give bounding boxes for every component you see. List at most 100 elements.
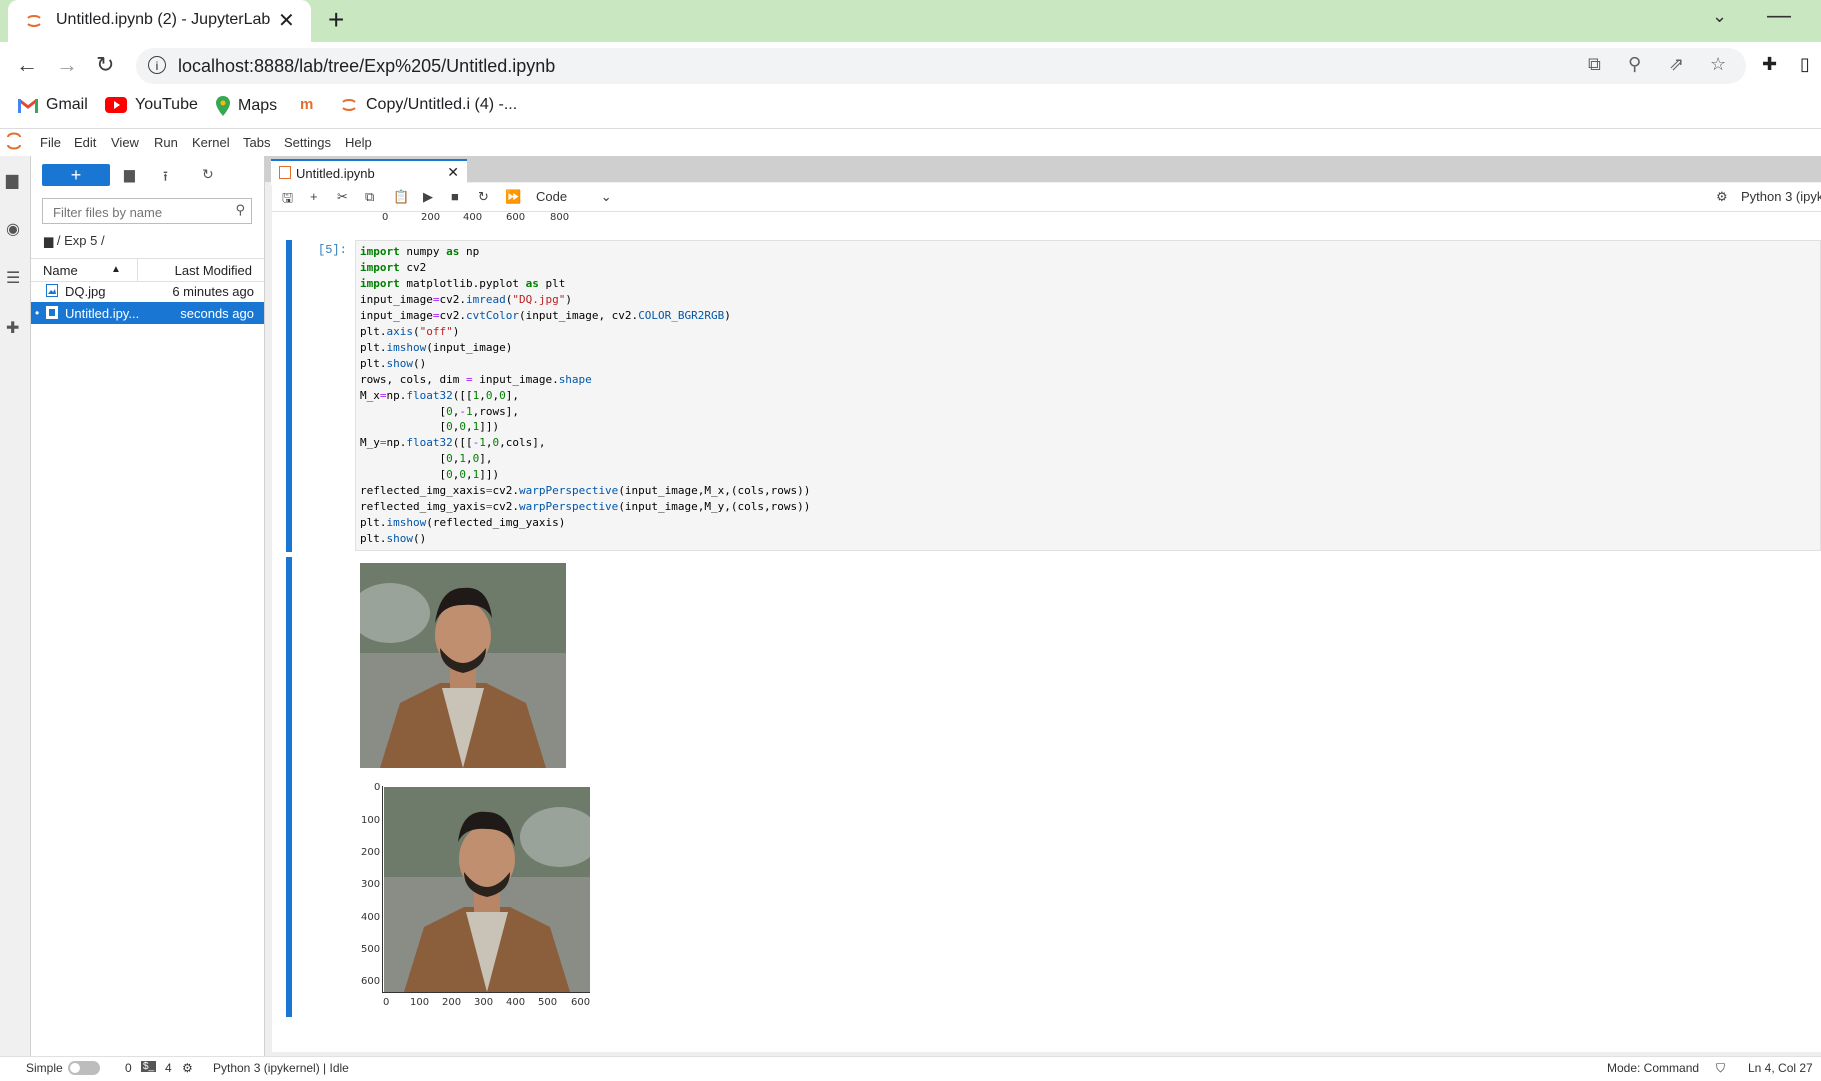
- new-tab-icon[interactable]: +: [328, 6, 344, 34]
- zoom-icon[interactable]: ⚲: [1628, 54, 1641, 75]
- bookmark-star-icon[interactable]: ☆: [1710, 54, 1726, 75]
- output-collapser[interactable]: [286, 557, 292, 1017]
- jupyter-menubar: [0, 129, 1821, 157]
- bookmark-gmail[interactable]: Gmail: [18, 96, 88, 114]
- notebook-tab-label: Untitled.ipynb: [296, 166, 375, 181]
- file-list-header: Name ▲ Last Modified: [31, 258, 264, 282]
- share-icon[interactable]: ⇗: [1669, 54, 1684, 75]
- terminals-count[interactable]: 0: [125, 1061, 132, 1075]
- terminal-icon[interactable]: $_: [141, 1061, 157, 1072]
- run-all-icon[interactable]: ⏩: [505, 189, 521, 205]
- reload-icon[interactable]: ↻: [96, 52, 114, 78]
- browser-tab[interactable]: Untitled.ipynb (2) - JupyterLab ✕: [8, 0, 311, 42]
- restart-icon[interactable]: ↻: [478, 189, 489, 205]
- upload-icon[interactable]: ⭱: [163, 166, 168, 190]
- running-sessions-icon[interactable]: ◉: [6, 219, 20, 239]
- filter-files-input[interactable]: [51, 200, 225, 224]
- file-modified: seconds ago: [180, 306, 254, 321]
- x-tick-label: 200: [442, 997, 462, 1008]
- cut-icon[interactable]: ✂: [337, 189, 348, 205]
- forward-icon[interactable]: →: [56, 52, 78, 78]
- x-axis-line: [382, 992, 590, 993]
- bookmark-copy-untitled[interactable]: Copy/Untitled.i (4) -...: [340, 96, 517, 114]
- x-tick-label: 400: [506, 997, 526, 1008]
- tab-search-chevron-icon[interactable]: ⌄: [1712, 6, 1727, 27]
- stop-icon[interactable]: ■: [451, 189, 459, 204]
- trusted-shield-icon[interactable]: ⛉: [1716, 1061, 1725, 1076]
- breadcrumb[interactable]: ▆ / Exp 5 /: [44, 233, 105, 248]
- run-icon[interactable]: ▶: [423, 189, 433, 205]
- cell-type-select[interactable]: Code ⌄: [536, 189, 612, 205]
- file-row-untitled[interactable]: • Untitled.ipy... seconds ago: [31, 302, 264, 324]
- new-folder-icon[interactable]: ▆: [124, 166, 135, 183]
- execution-prompt: [5]:: [318, 243, 347, 257]
- jupyter-logo-icon: [7, 132, 21, 150]
- column-modified-header[interactable]: Last Modified: [175, 263, 252, 278]
- cursor-position[interactable]: Ln 4, Col 27: [1748, 1061, 1813, 1075]
- column-name-header[interactable]: Name: [43, 263, 78, 278]
- translate-icon[interactable]: ⧉: [1588, 54, 1601, 75]
- close-tab-icon[interactable]: ✕: [278, 8, 295, 33]
- simple-mode-toggle[interactable]: [68, 1061, 100, 1075]
- copy-icon[interactable]: ⧉: [365, 189, 374, 205]
- address-bar[interactable]: i localhost:8888/lab/tree/Exp%205/Untitl…: [136, 48, 1746, 84]
- close-notebook-icon[interactable]: ✕: [447, 164, 459, 181]
- table-of-contents-icon[interactable]: ☰: [6, 268, 20, 288]
- previous-output-tick: 0: [382, 212, 389, 223]
- menu-file[interactable]: File: [40, 135, 61, 150]
- site-info-icon[interactable]: i: [148, 56, 166, 74]
- previous-output-tick: 800: [550, 212, 570, 223]
- bookmark-youtube[interactable]: YouTube: [105, 96, 198, 114]
- kernel-activity-icon[interactable]: ⚙: [182, 1061, 193, 1075]
- active-cell-indicator: [286, 240, 292, 552]
- code-content[interactable]: import numpy as np import cv2 import mat…: [360, 244, 810, 547]
- kernel-settings-icon[interactable]: ⚙: [1716, 189, 1728, 205]
- cell-type-value[interactable]: Code: [536, 189, 567, 204]
- refresh-icon[interactable]: ↻: [202, 166, 214, 183]
- sort-asc-icon[interactable]: ▲: [111, 264, 121, 275]
- activity-bar: [0, 156, 31, 1056]
- x-tick-label: 100: [410, 997, 430, 1008]
- file-name: Untitled.ipy...: [65, 306, 140, 321]
- minimize-window-icon[interactable]: —: [1767, 2, 1791, 30]
- menu-edit[interactable]: Edit: [74, 135, 96, 150]
- code-editor[interactable]: import numpy as np import cv2 import mat…: [355, 240, 1821, 551]
- side-panel-icon[interactable]: ▯: [1800, 54, 1810, 75]
- bookmark-label: Gmail: [46, 96, 88, 113]
- chevron-down-icon[interactable]: ⌄: [601, 189, 612, 204]
- jupyter-favicon-icon: [27, 15, 41, 27]
- paste-icon[interactable]: 📋: [393, 189, 409, 205]
- file-row-dq[interactable]: DQ.jpg 6 minutes ago: [31, 280, 264, 302]
- y-tick-label: 200: [361, 847, 381, 858]
- save-icon[interactable]: 🖫: [282, 189, 293, 211]
- folder-icon[interactable]: ▆: [44, 234, 53, 248]
- extension-manager-icon[interactable]: ✚: [6, 318, 19, 338]
- menu-run[interactable]: Run: [154, 135, 178, 150]
- reflected-image-plot: [384, 787, 590, 992]
- menu-tabs[interactable]: Tabs: [243, 135, 270, 150]
- kernel-name[interactable]: Python 3 (ipyk: [1741, 189, 1821, 204]
- bookmark-maps[interactable]: Maps: [216, 96, 277, 116]
- column-divider: [137, 259, 138, 281]
- menu-settings[interactable]: Settings: [284, 135, 331, 150]
- extensions-icon[interactable]: ✚: [1762, 54, 1777, 75]
- back-icon[interactable]: ←: [16, 52, 38, 78]
- insert-cell-icon[interactable]: +: [310, 189, 318, 204]
- menu-view[interactable]: View: [111, 135, 139, 150]
- menu-kernel[interactable]: Kernel: [192, 135, 230, 150]
- kernel-status[interactable]: Python 3 (ipykernel) | Idle: [213, 1061, 349, 1075]
- menu-help[interactable]: Help: [345, 135, 372, 150]
- kernels-count[interactable]: 4: [165, 1061, 172, 1075]
- mode-indicator[interactable]: Mode: Command: [1607, 1061, 1699, 1075]
- simple-mode-label: Simple: [26, 1061, 63, 1075]
- address-url[interactable]: localhost:8888/lab/tree/Exp%205/Untitled…: [178, 56, 555, 77]
- output-image-portrait: [360, 563, 566, 768]
- filter-files-field[interactable]: ⚲: [42, 198, 252, 224]
- youtube-icon: [105, 97, 127, 113]
- bookmark-m[interactable]: m: [300, 96, 313, 113]
- breadcrumb-path[interactable]: / Exp 5 /: [57, 233, 105, 248]
- running-dot-icon: •: [35, 306, 40, 320]
- folder-icon[interactable]: ▆: [6, 170, 18, 190]
- notebook-tab[interactable]: Untitled.ipynb ✕: [271, 159, 467, 185]
- new-launcher-button[interactable]: +: [42, 164, 110, 186]
